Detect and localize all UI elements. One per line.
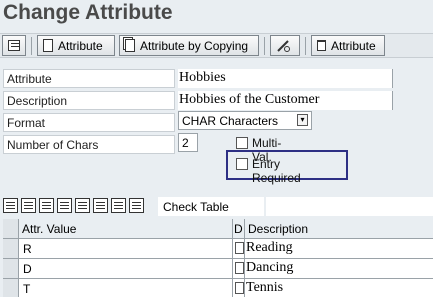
trash-icon — [317, 40, 326, 51]
format-value: CHAR Characters — [182, 114, 279, 128]
description-cell[interactable]: Tennis — [245, 279, 433, 297]
insert-row-icon[interactable] — [57, 198, 72, 213]
attr-value-cell[interactable]: T — [19, 279, 233, 297]
list-icon — [8, 40, 20, 51]
row-selector[interactable] — [3, 259, 19, 279]
num-chars-field[interactable]: 2 — [178, 133, 198, 152]
pencil-glasses-icon — [276, 39, 292, 53]
toolbar-separator — [305, 37, 306, 55]
table-row: D Dancing — [3, 259, 433, 279]
check-table-field[interactable] — [266, 197, 433, 216]
num-chars-label: Number of Chars — [3, 135, 175, 154]
print-icon[interactable] — [111, 198, 126, 213]
default-cell[interactable] — [233, 259, 245, 279]
check-table-label: Check Table — [158, 197, 264, 216]
default-cell[interactable] — [233, 279, 245, 297]
column-header-attr-value[interactable]: Attr. Value — [19, 219, 233, 239]
filter-icon[interactable] — [129, 198, 144, 213]
multi-val-checkbox[interactable] — [236, 137, 248, 149]
select-all-rows[interactable] — [3, 219, 19, 239]
application-toolbar: Attribute Attribute by Copying Attribute — [0, 33, 433, 58]
copy-attribute-button[interactable]: Attribute by Copying — [119, 35, 259, 56]
select-all-icon[interactable] — [21, 198, 36, 213]
copy-document-icon — [125, 39, 135, 52]
deselect-icon[interactable] — [39, 198, 54, 213]
default-checkbox[interactable] — [235, 262, 244, 274]
new-document-icon — [43, 39, 53, 52]
format-label: Format — [3, 113, 175, 132]
edit-button[interactable] — [270, 35, 300, 56]
table-row: R Reading — [3, 239, 433, 259]
description-field[interactable]: Hobbies of the Customer — [178, 91, 393, 110]
list-button[interactable] — [2, 35, 26, 56]
table-header: Attr. Value D Description — [3, 219, 433, 239]
column-header-description[interactable]: Description — [245, 219, 433, 239]
attr-value-cell[interactable]: R — [19, 239, 233, 259]
entry-required-checkbox[interactable] — [236, 158, 248, 170]
dropdown-icon[interactable]: ▾ — [297, 114, 308, 126]
grid-toolbar: Check Table — [3, 197, 433, 217]
details-icon[interactable] — [3, 198, 18, 213]
page-title: Change Attribute — [3, 1, 173, 24]
table-row: T Tennis — [3, 279, 433, 297]
delete-attribute-label: Attribute — [331, 38, 376, 53]
attr-value-cell[interactable]: D — [19, 259, 233, 279]
attribute-field[interactable]: Hobbies — [178, 69, 393, 88]
create-attribute-label: Attribute — [58, 38, 103, 53]
toolbar-separator — [264, 37, 265, 55]
delete-row-icon[interactable] — [75, 198, 90, 213]
default-checkbox[interactable] — [235, 242, 244, 254]
entry-required-label: Entry Required — [252, 157, 301, 185]
copy-row-icon[interactable] — [93, 198, 108, 213]
delete-attribute-button[interactable]: Attribute — [311, 35, 385, 56]
create-attribute-button[interactable]: Attribute — [37, 35, 115, 56]
description-cell[interactable]: Dancing — [245, 259, 433, 279]
row-selector[interactable] — [3, 239, 19, 259]
copy-attribute-label: Attribute by Copying — [140, 38, 249, 53]
format-select[interactable]: CHAR Characters ▾ — [178, 111, 312, 130]
default-cell[interactable] — [233, 239, 245, 259]
description-label: Description — [3, 91, 175, 110]
default-checkbox[interactable] — [235, 282, 244, 294]
description-cell[interactable]: Reading — [245, 239, 433, 259]
row-selector[interactable] — [3, 279, 19, 297]
toolbar-separator — [31, 37, 32, 55]
column-header-d[interactable]: D — [233, 219, 245, 239]
attribute-label: Attribute — [3, 69, 175, 88]
